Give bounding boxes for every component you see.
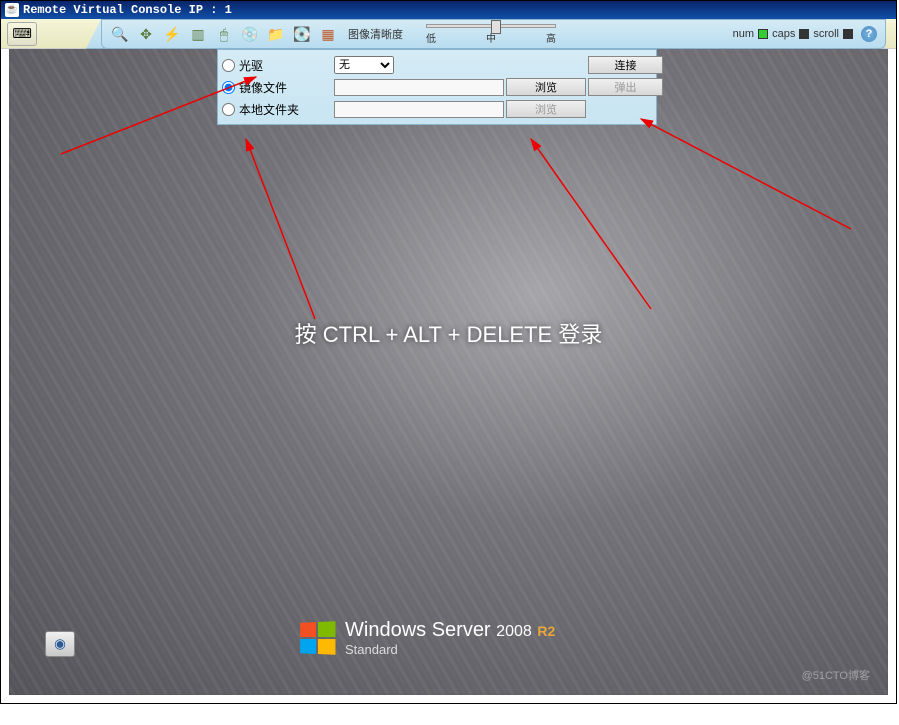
dual-screen-icon[interactable]: ▥	[188, 24, 208, 44]
lightning-icon[interactable]: ⚡	[162, 24, 182, 44]
mount-row-image: 镜像文件 浏览 弹出	[218, 76, 656, 98]
mouse-icon[interactable]: 🖱	[214, 24, 234, 44]
slider-thumb[interactable]	[491, 20, 501, 34]
keyboard-icon: ⌨	[12, 26, 31, 42]
eject-button: 弹出	[588, 78, 663, 96]
grid-icon[interactable]: ▦	[318, 24, 338, 44]
image-label: 镜像文件	[239, 79, 287, 96]
scroll-label: scroll	[813, 28, 839, 40]
numlock-led	[758, 29, 768, 39]
clarity-slider[interactable]: 低 中 高	[421, 24, 561, 45]
java-icon: ☕	[5, 3, 19, 17]
content-area: ⌨ 🔍 ✥ ⚡ ▥ 🖱 💿 📁 💽 ▦ 图像清晰度 低 中 高	[1, 19, 896, 703]
slider-track[interactable]	[426, 24, 556, 28]
image-path-input[interactable]	[334, 79, 504, 96]
remote-desktop-view[interactable]: 按 CTRL + ALT + DELETE 登录 Windows Server …	[9, 27, 888, 695]
mount-row-optical: 光驱 无 连接	[218, 54, 656, 76]
local-label: 本地文件夹	[239, 101, 299, 118]
slider-low: 低	[426, 30, 436, 45]
windows-logo-area: Windows Server 2008 R2 Standard	[299, 619, 555, 657]
radio-optical-input[interactable]	[222, 59, 235, 72]
keyboard-layout-button[interactable]: ⌨	[7, 22, 37, 46]
num-label: num	[733, 28, 754, 40]
mount-row-local: 本地文件夹 浏览	[218, 98, 656, 120]
magnify-icon[interactable]: 🔍	[110, 24, 130, 44]
browse-image-button[interactable]: 浏览	[506, 78, 586, 96]
radio-local-input[interactable]	[222, 103, 235, 116]
slider-high: 高	[546, 30, 556, 45]
win-title: Windows Server	[345, 619, 491, 641]
folder-icon[interactable]: 📁	[266, 24, 286, 44]
virtual-media-panel: 光驱 无 连接 镜像文件 浏览 弹出 本地文件夹	[217, 49, 657, 125]
ease-icon: ◉	[54, 636, 66, 652]
keyboard-leds: num caps scroll ?	[733, 26, 877, 42]
capslock-led	[799, 29, 809, 39]
windows-flag-icon	[300, 621, 335, 655]
help-button[interactable]: ?	[861, 26, 877, 42]
connect-button[interactable]: 连接	[588, 56, 663, 74]
win-r2: R2	[537, 623, 555, 639]
titlebar[interactable]: ☕ Remote Virtual Console IP : 1	[1, 1, 896, 19]
disc-icon[interactable]: 💿	[240, 24, 260, 44]
browse-local-button: 浏览	[506, 100, 586, 118]
radio-local[interactable]: 本地文件夹	[222, 101, 332, 118]
clarity-label: 图像清晰度	[348, 26, 403, 42]
win-year: 2008	[496, 623, 532, 640]
radio-optical[interactable]: 光驱	[222, 57, 332, 74]
watermark: @51CTO博客	[802, 667, 870, 683]
console-window: ☕ Remote Virtual Console IP : 1 ⌨ 🔍 ✥ ⚡ …	[0, 0, 897, 704]
ease-of-access-button[interactable]: ◉	[45, 631, 75, 657]
optical-label: 光驱	[239, 57, 263, 74]
scrolllock-led	[843, 29, 853, 39]
windows-logo-text: Windows Server 2008 R2 Standard	[345, 619, 555, 657]
local-path-input[interactable]	[334, 101, 504, 118]
login-prompt: 按 CTRL + ALT + DELETE 登录	[9, 317, 888, 349]
main-toolbar: 🔍 ✥ ⚡ ▥ 🖱 💿 📁 💽 ▦ 图像清晰度 低 中 高 num	[101, 19, 886, 49]
radio-image[interactable]: 镜像文件	[222, 79, 332, 96]
cd-icon[interactable]: 💽	[292, 24, 312, 44]
caps-label: caps	[772, 28, 795, 40]
move-icon[interactable]: ✥	[136, 24, 156, 44]
titlebar-text: Remote Virtual Console IP : 1	[23, 3, 232, 17]
win-edition: Standard	[345, 642, 555, 657]
radio-image-input[interactable]	[222, 81, 235, 94]
optical-dropdown[interactable]: 无	[334, 56, 394, 74]
